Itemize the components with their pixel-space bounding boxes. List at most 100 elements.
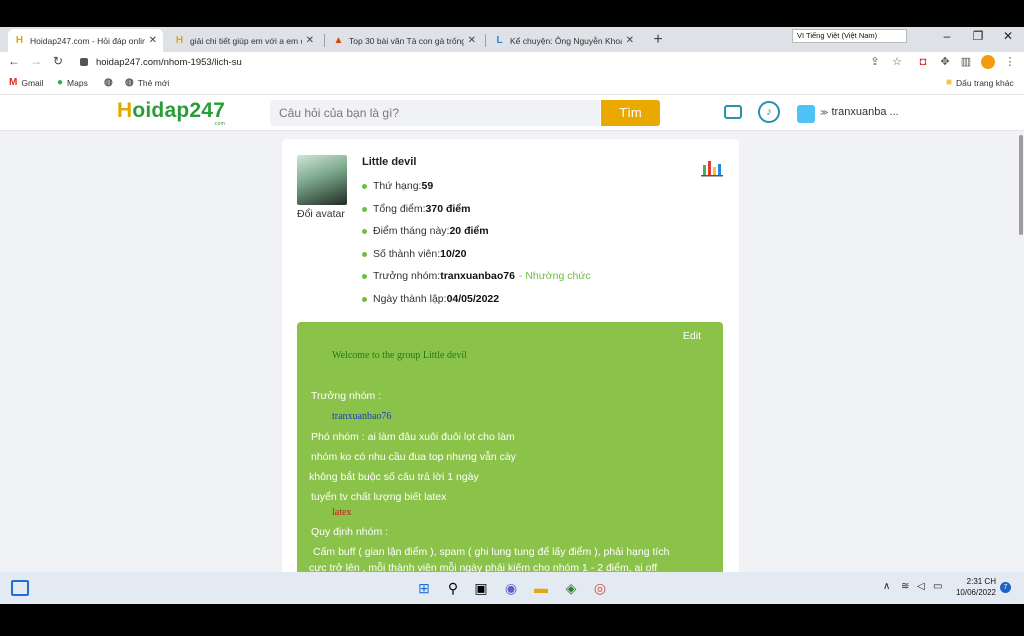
tab-hoidap[interactable]: H Hoidap247.com - Hỏi đáp online ✕ <box>8 29 163 52</box>
start-windows-icon[interactable]: ⊞ <box>415 579 433 597</box>
bookmark-label: Thẻ mới <box>137 77 170 88</box>
latex-text: latex <box>332 507 352 518</box>
globe-icon: ◍ <box>125 77 134 88</box>
share-icon[interactable]: ⇪ <box>868 55 882 69</box>
group-avatar[interactable] <box>297 155 347 205</box>
bell-icon[interactable]: ♪ <box>758 101 780 123</box>
stat-label: Ngày thành lập: <box>373 293 447 305</box>
bookmark-new-tab[interactable]: ◍ Thẻ mới <box>125 77 169 88</box>
leader-name: tranxuanbao76 <box>332 411 392 422</box>
description-line: nhóm ko có nhu cầu đua top nhưng vẫn cày <box>311 451 516 463</box>
rule-line: cực trở lên , mỗi thành viên mỗi ngày ph… <box>309 562 658 572</box>
stat-label: Số thành viên: <box>373 248 441 260</box>
battery-icon[interactable]: ▭ <box>933 581 942 592</box>
scrollbar-thumb[interactable] <box>1019 135 1023 235</box>
tab-title: giải chi tiết giúp em với a em cần <box>190 35 302 46</box>
close-tab-icon[interactable]: ✕ <box>149 35 157 46</box>
side-panel-icon[interactable]: ▥ <box>959 55 973 69</box>
forward-arrow-icon[interactable]: → <box>28 54 44 68</box>
bookmark-label: Dấu trang khác <box>956 77 1014 88</box>
leader-title: Trưởng nhóm : <box>311 390 382 402</box>
restore-icon[interactable]: ❐ <box>968 29 988 43</box>
clock-time: 2:31 CH <box>966 577 996 586</box>
extension-icon[interactable]: ◘ <box>916 55 930 69</box>
close-tab-icon[interactable]: ✕ <box>468 35 476 46</box>
bookmark-other-folder[interactable]: ■ Dấu trang khác <box>946 77 1014 88</box>
close-window-icon[interactable]: ✕ <box>998 29 1018 43</box>
stat-rank: Thứ hạng: 59 <box>362 180 433 192</box>
minimize-icon[interactable]: – <box>937 29 957 43</box>
stat-members: Số thành viên: 10/20 <box>362 248 466 260</box>
deputy-line: Phó nhóm : ai làm đâu xuôi đuôi lọt cho … <box>311 431 515 443</box>
profile-avatar-icon[interactable] <box>981 55 995 69</box>
search-button[interactable]: Tìm <box>601 100 660 126</box>
input-language-indicator[interactable]: VI Tiếng Việt (Việt Nam) <box>792 29 907 43</box>
rule-line: Cấm buff ( gian lận điểm ), spam ( ghi l… <box>313 546 670 558</box>
search-input[interactable]: Câu hỏi của bạn là gì? <box>270 100 600 126</box>
stat-value: 59 <box>421 180 434 192</box>
gmail-icon: M <box>9 77 18 88</box>
ranking-chart-icon <box>701 161 723 177</box>
lock-icon <box>80 58 88 66</box>
wifi-icon[interactable]: ≋ <box>901 581 909 592</box>
bookmark-globe[interactable]: ◍ <box>104 77 117 88</box>
menu-kebab-icon[interactable]: ⋮ <box>1003 55 1017 69</box>
logo-com: .com <box>213 121 226 127</box>
bullet <box>362 206 367 212</box>
stat-label: Tổng điểm: <box>373 203 426 215</box>
app-icon[interactable]: ◈ <box>562 579 580 597</box>
user-avatar-icon[interactable] <box>797 105 815 123</box>
volume-icon[interactable]: ◁ <box>917 581 925 592</box>
chrome-icon[interactable]: ◎ <box>591 579 609 597</box>
tab-title: Kể chuyện: Ông Nguyễn Khoa Đă <box>510 35 622 46</box>
tab-separator <box>324 34 325 47</box>
bookmarks-bar: M Gmail ● Maps ◍ ◍ Thẻ mới ■ Dấu trang k… <box>0 72 1024 95</box>
search-icon[interactable]: ⚲ <box>444 579 462 597</box>
reload-icon[interactable]: ↻ <box>50 54 66 68</box>
file-explorer-icon[interactable]: ▬ <box>532 579 550 597</box>
task-view-icon[interactable]: ▣ <box>472 579 490 597</box>
puzzle-icon[interactable]: ✥ <box>938 55 952 69</box>
edit-button[interactable]: Edit <box>683 330 701 342</box>
welcome-text: Welcome to the group Little devil <box>332 350 467 361</box>
address-bar[interactable]: hoidap247.com/nhom-1953/lich-su <box>72 53 912 71</box>
tab-ke-chuyen[interactable]: L Kể chuyện: Ông Nguyễn Khoa Đă ✕ <box>488 29 640 52</box>
close-tab-icon[interactable]: ✕ <box>306 35 314 46</box>
leader-link[interactable]: tranxuanbao76 <box>440 270 515 282</box>
username-menu[interactable]: ≫ tranxuanba ... <box>820 106 899 118</box>
group-card: Đổi avatar Little devil Thứ hạng: 59 Tổn… <box>282 139 739 572</box>
tab-separator <box>485 34 486 47</box>
stat-label: Trưởng nhóm: <box>373 270 441 282</box>
description-line: không bắt buộc số câu trả lời 1 ngày <box>309 471 479 483</box>
stat-value: 20 điểm <box>449 225 489 237</box>
chat-icon[interactable] <box>724 105 742 119</box>
hoidap-favicon-icon: H <box>175 35 184 46</box>
hoidap247-logo[interactable]: Hoidap247 .com <box>117 99 225 127</box>
stat-label: Điểm tháng này: <box>373 225 450 237</box>
browser-window: H Hoidap247.com - Hỏi đáp online ✕ H giả… <box>0 27 1024 572</box>
teams-chat-icon[interactable]: ◉ <box>502 579 520 597</box>
new-tab-icon[interactable]: + <box>650 31 666 49</box>
bookmark-label: Maps <box>67 77 88 88</box>
change-avatar-link[interactable]: Đổi avatar <box>297 208 345 220</box>
bullet <box>362 228 367 234</box>
back-arrow-icon[interactable]: ← <box>6 54 22 68</box>
widgets-icon[interactable] <box>11 580 29 596</box>
stat-value: 10/20 <box>440 248 467 260</box>
bookmark-gmail[interactable]: M Gmail <box>9 77 44 88</box>
chevron-up-icon[interactable]: ∧ <box>883 581 890 592</box>
system-clock[interactable]: 2:31 CH 10/06/2022 <box>952 576 996 598</box>
url-text: hoidap247.com/nhom-1953/lich-su <box>96 56 242 68</box>
stat-leader: Trưởng nhóm: tranxuanbao76 - Nhường chức <box>362 270 591 282</box>
globe-icon: ◍ <box>104 77 113 88</box>
notification-badge[interactable]: 7 <box>1000 582 1011 593</box>
username-text: tranxuanba ... <box>831 106 899 118</box>
tab-top-30[interactable]: ▲ Top 30 bài văn Tả con gà trống h ✕ <box>327 29 482 52</box>
folder-icon: ■ <box>946 77 953 88</box>
transfer-leader-link[interactable]: - Nhường chức <box>519 270 591 282</box>
tab-giai-chi-tiet[interactable]: H giải chi tiết giúp em với a em cần ✕ <box>168 29 320 52</box>
tab-title: Hoidap247.com - Hỏi đáp online <box>30 35 145 46</box>
close-tab-icon[interactable]: ✕ <box>626 35 634 46</box>
bookmark-maps[interactable]: ● Maps <box>57 77 88 88</box>
bookmark-star-icon[interactable]: ☆ <box>890 55 904 69</box>
